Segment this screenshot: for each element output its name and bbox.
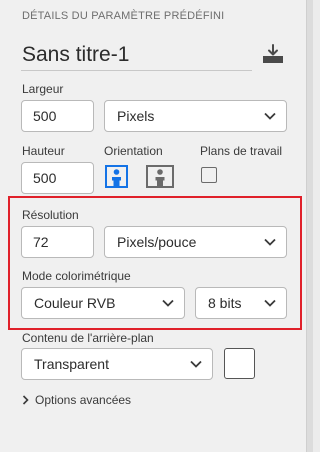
- background-label: Contenu de l'arrière-plan: [22, 331, 154, 345]
- panel-scroll-edge[interactable]: [306, 0, 313, 452]
- background-value: Transparent: [34, 356, 109, 372]
- color-mode-select[interactable]: Couleur RVB: [21, 287, 185, 319]
- save-preset-icon[interactable]: [261, 44, 285, 64]
- chevron-down-icon: [264, 238, 276, 246]
- width-unit-select[interactable]: Pixels: [104, 100, 287, 132]
- background-select[interactable]: Transparent: [21, 348, 213, 380]
- resolution-unit-value: Pixels/pouce: [117, 234, 197, 250]
- section-title: DÉTAILS DU PARAMÈTRE PRÉDÉFINI: [22, 10, 225, 22]
- preset-details-panel: DÉTAILS DU PARAMÈTRE PRÉDÉFINI Sans titr…: [0, 0, 306, 452]
- color-mode-label: Mode colorimétrique: [22, 269, 131, 283]
- resolution-unit-select[interactable]: Pixels/pouce: [104, 226, 287, 258]
- resolution-label: Résolution: [22, 208, 79, 222]
- resolution-input[interactable]: 72: [21, 226, 94, 258]
- chevron-right-icon: [22, 395, 29, 405]
- chevron-down-icon: [264, 299, 276, 307]
- bit-depth-select[interactable]: 8 bits: [195, 287, 287, 319]
- height-input[interactable]: 500: [21, 162, 94, 194]
- artboards-checkbox[interactable]: [201, 167, 217, 183]
- chevron-down-icon: [162, 299, 174, 307]
- advanced-options-label: Options avancées: [35, 393, 132, 407]
- orientation-label: Orientation: [104, 144, 163, 158]
- background-color-swatch[interactable]: [224, 348, 255, 379]
- height-label: Hauteur: [22, 144, 65, 158]
- width-unit-value: Pixels: [117, 108, 155, 124]
- landscape-orientation-icon[interactable]: [146, 165, 174, 188]
- chevron-down-icon: [190, 360, 202, 368]
- advanced-options-toggle[interactable]: Options avancées: [22, 393, 131, 407]
- color-mode-value: Couleur RVB: [34, 295, 116, 311]
- preset-name-field[interactable]: Sans titre-1: [22, 43, 129, 67]
- bit-depth-value: 8 bits: [208, 295, 242, 311]
- artboards-label: Plans de travail: [200, 144, 283, 158]
- chevron-down-icon: [264, 112, 276, 120]
- portrait-orientation-icon[interactable]: [105, 165, 128, 188]
- width-input[interactable]: 500: [21, 100, 94, 132]
- preset-name-underline: [21, 70, 252, 71]
- width-label: Largeur: [22, 82, 64, 96]
